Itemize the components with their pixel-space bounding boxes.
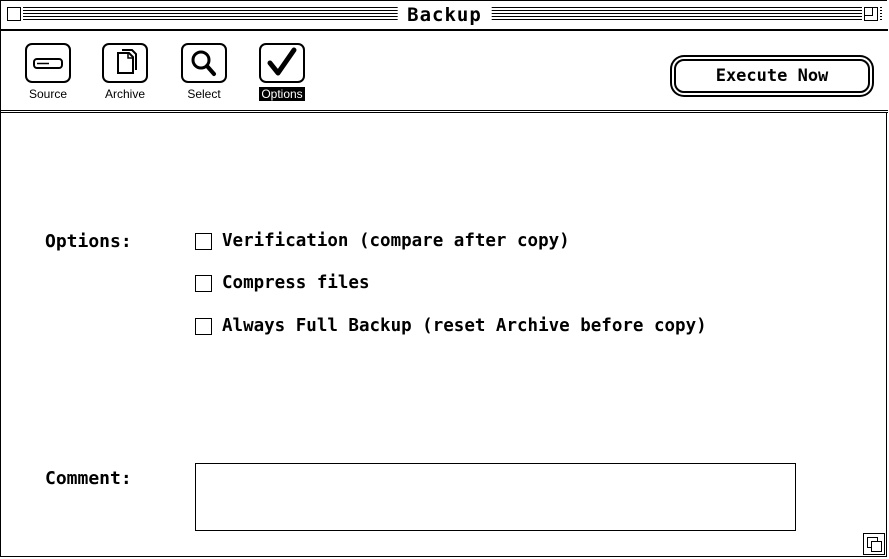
option-full-backup[interactable]: Always Full Backup (reset Archive before… [195,315,707,337]
toolbar: Source Archive Select Options Execute No… [1,31,888,113]
resize-grow-box-icon[interactable] [863,533,885,555]
full-backup-checkbox[interactable] [195,317,212,335]
compress-checkbox[interactable] [195,274,212,292]
tool-source[interactable]: Source [16,43,80,102]
full-backup-label: Always Full Backup (reset Archive before… [222,316,707,336]
compress-label: Compress files [222,273,370,293]
execute-now-button[interactable]: Execute Now [674,59,870,93]
zoom-box-icon[interactable] [864,7,878,21]
documents-icon [102,43,148,83]
disk-drive-icon [25,43,71,83]
tool-select[interactable]: Select [172,43,236,102]
verification-checkbox[interactable] [195,232,212,250]
tool-archive-label: Archive [104,87,145,101]
tool-options-label: Options [259,87,305,101]
verification-label: Verification (compare after copy) [222,231,570,251]
magnifier-icon [181,43,227,83]
backup-window: Backup Source Archive Select Options Exe… [0,0,888,557]
tool-options[interactable]: Options [250,43,314,102]
option-verification[interactable]: Verification (compare after copy) [195,230,570,252]
tool-archive[interactable]: Archive [93,43,157,102]
option-compress[interactable]: Compress files [195,272,370,294]
tool-source-label: Source [28,87,68,101]
options-label: Options: [45,231,132,252]
comment-label: Comment: [45,468,132,489]
tool-select-label: Select [187,87,221,101]
window-title: Backup [397,3,492,27]
comment-field[interactable] [195,463,796,531]
title-bar[interactable]: Backup [1,1,888,31]
checkmark-icon [259,43,305,83]
close-box-icon[interactable] [7,7,21,21]
